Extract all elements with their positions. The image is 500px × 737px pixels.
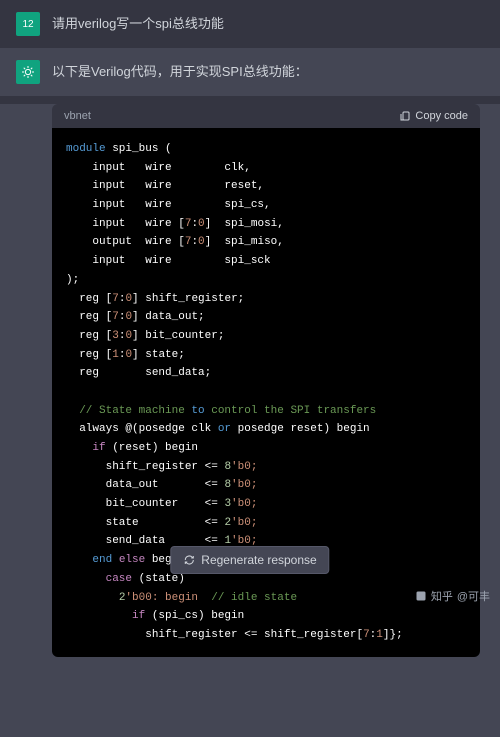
code-header: vbnet Copy code <box>52 104 480 128</box>
openai-icon <box>20 64 36 80</box>
attribution: 知乎 @可丰 <box>415 588 490 604</box>
user-avatar: 12 <box>16 12 40 36</box>
user-message-text: 请用verilog写一个spi总线功能 <box>52 12 224 36</box>
user-message: 12 请用verilog写一个spi总线功能 <box>0 0 500 48</box>
clipboard-icon <box>399 110 411 122</box>
regenerate-label: Regenerate response <box>201 553 316 567</box>
attribution-site: 知乎 <box>431 588 453 604</box>
assistant-avatar <box>16 60 40 84</box>
regenerate-button[interactable]: Regenerate response <box>170 546 329 574</box>
zhihu-icon <box>415 590 427 602</box>
copy-code-label: Copy code <box>415 110 468 122</box>
refresh-icon <box>183 554 195 566</box>
assistant-intro-text: 以下是Verilog代码，用于实现SPI总线功能： <box>52 60 308 84</box>
code-body[interactable]: module spi_bus ( input wire clk, input w… <box>52 128 480 657</box>
assistant-message: 以下是Verilog代码，用于实现SPI总线功能： <box>0 48 500 96</box>
code-language-label: vbnet <box>64 110 91 122</box>
attribution-author: @可丰 <box>457 588 490 604</box>
copy-code-button[interactable]: Copy code <box>399 110 468 122</box>
